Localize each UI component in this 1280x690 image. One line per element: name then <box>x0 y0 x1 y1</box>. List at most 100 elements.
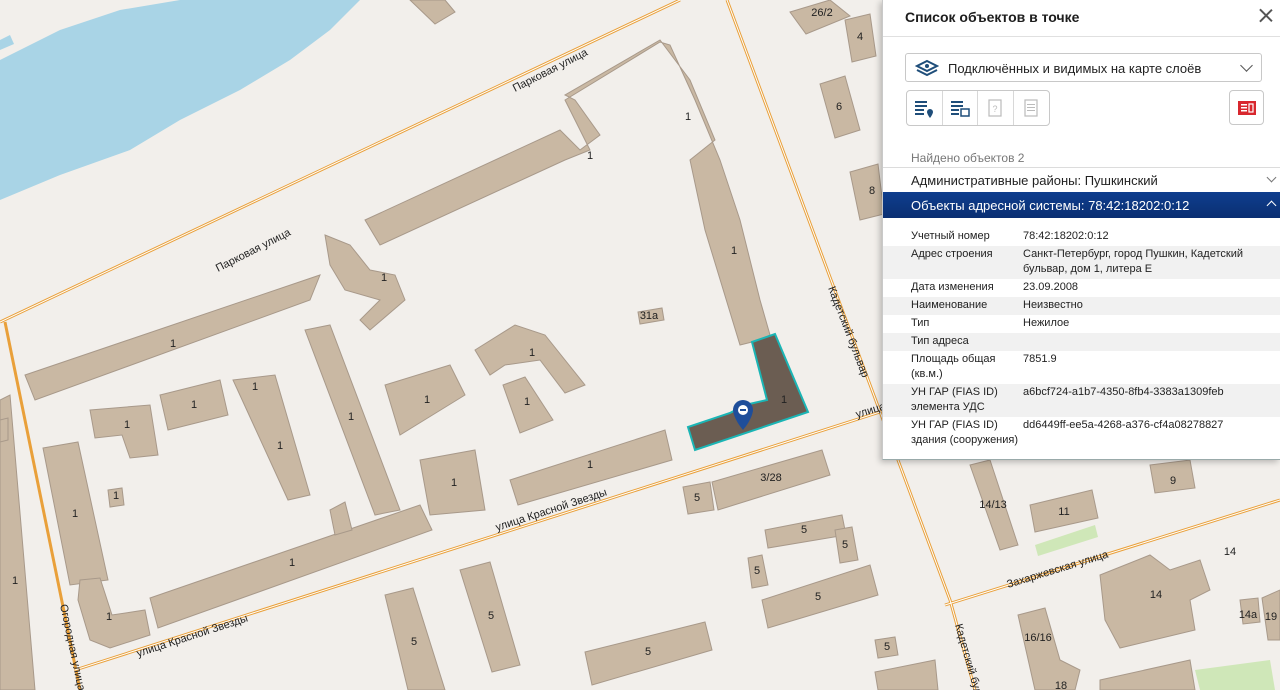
attribute-value: Санкт-Петербург, город Пушкин, Кадетский… <box>1023 248 1243 275</box>
attribute-row: Адрес строения Санкт-Петербург, город Пу… <box>883 246 1280 279</box>
building-number: 1 <box>191 399 197 411</box>
attribute-row: Наименование Неизвестно <box>883 297 1280 315</box>
attribute-row: Учетный номер 78:42:18202:0:12 <box>883 228 1280 246</box>
building-number: 8 <box>869 185 875 197</box>
building-number: 14а <box>1239 609 1258 621</box>
group-label: Административные районы: Пушкинский <box>911 173 1158 188</box>
chevron-down-icon <box>1240 59 1253 72</box>
report-icon <box>1237 100 1256 115</box>
layers-icon <box>915 59 939 77</box>
attribute-value: 7851.9 <box>1023 353 1057 365</box>
building-number: 16/16 <box>1024 632 1052 644</box>
panel-header: Список объектов в точке <box>883 0 1280 37</box>
attribute-value: Нежилое <box>1023 317 1070 329</box>
list-select-icon <box>950 101 970 117</box>
report-button[interactable] <box>1229 90 1264 125</box>
building-number: 1 <box>731 245 737 257</box>
building-number: 9 <box>1170 475 1176 487</box>
building-number: 1 <box>781 394 787 406</box>
attribute-name: Учетный номер <box>911 230 990 242</box>
building-number: 1 <box>113 490 119 502</box>
group-address-objects[interactable]: Объекты адресной системы: 78:42:18202:0:… <box>883 192 1280 218</box>
unknown-object-button[interactable]: ? <box>978 91 1014 125</box>
attribute-value: a6bcf724-a1b7-4350-8fb4-3383a1309feb <box>1023 386 1224 398</box>
list-pin-icon <box>915 101 934 118</box>
building-number: 1 <box>252 381 258 393</box>
attribute-value <box>1023 334 1280 349</box>
building-number: 14 <box>1224 546 1236 558</box>
building-number: 5 <box>815 591 821 603</box>
building-number: 1 <box>529 347 535 359</box>
building-number: 5 <box>754 565 760 577</box>
group-label: Объекты адресной системы: 78:42:18202:0:… <box>911 198 1190 213</box>
panel-title: Список объектов в точке <box>905 9 1080 25</box>
building-number: 1 <box>277 440 283 452</box>
attribute-row: Тип Нежилое <box>883 315 1280 333</box>
found-count: Найдено объектов 2 <box>911 151 1025 165</box>
building-number: 3/28 <box>760 472 781 484</box>
attribute-name: Тип <box>911 317 930 329</box>
building-number: 4 <box>857 31 863 43</box>
attribute-row: УН ГАР (FIAS ID) здания (сооружения) dd6… <box>883 417 1280 450</box>
attribute-name: Дата изменения <box>911 281 994 293</box>
building-number: 1 <box>424 394 430 406</box>
building-number: 5 <box>645 646 651 658</box>
building-number: 5 <box>488 610 494 622</box>
building-number: 1 <box>381 272 387 284</box>
building-number: 1 <box>72 508 78 520</box>
building-number: 1 <box>348 411 354 423</box>
svg-text:?: ? <box>993 104 998 114</box>
building-number: 6 <box>836 101 842 113</box>
building-number: 1 <box>106 611 112 623</box>
attribute-value: 78:42:18202:0:12 <box>1023 230 1109 242</box>
building-number: 1 <box>451 477 457 489</box>
building-number: 19 <box>1265 611 1277 623</box>
building-number: 1 <box>289 557 295 569</box>
layer-filter-value: Подключённых и видимых на карте слоёв <box>948 61 1202 76</box>
chevron-down-icon <box>1266 172 1277 183</box>
close-icon[interactable] <box>1255 5 1277 27</box>
group-admin-districts[interactable]: Административные районы: Пушкинский <box>883 167 1280 192</box>
attribute-name: Наименование <box>911 299 988 311</box>
building-number: 1 <box>524 396 530 408</box>
building-number: 1 <box>124 419 130 431</box>
attribute-row: УН ГАР (FIAS ID) элемента УДС a6bcf724-a… <box>883 384 1280 417</box>
building-number: 14/13 <box>979 499 1007 511</box>
attribute-row: Площадь общая (кв.м.) 7851.9 <box>883 351 1280 384</box>
building-number: 5 <box>842 539 848 551</box>
list-pin-button[interactable] <box>907 91 943 125</box>
building-number: 11 <box>1058 506 1069 518</box>
building-number: 1 <box>587 150 593 162</box>
attribute-name: Тип адреса <box>911 335 969 347</box>
attribute-name: УН ГАР (FIAS ID) здания (сооружения) <box>911 419 1019 446</box>
attribute-name: УН ГАР (FIAS ID) элемента УДС <box>911 386 998 413</box>
building-number: 5 <box>801 524 807 536</box>
attribute-name: Площадь общая (кв.м.) <box>911 353 996 380</box>
attribute-value: Неизвестно <box>1023 299 1083 311</box>
building-number: 18 <box>1055 680 1067 690</box>
attribute-row: Тип адреса <box>883 333 1280 351</box>
attribute-name: Адрес строения <box>911 248 993 260</box>
list-select-button[interactable] <box>943 91 978 125</box>
attributes-table: Учетный номер 78:42:18202:0:12 Адрес стр… <box>883 228 1280 450</box>
objects-at-point-panel: Список объектов в точке Подключённых и в… <box>882 0 1280 460</box>
toolbar: ? <box>906 90 1050 126</box>
building-number: 5 <box>884 641 890 653</box>
building-number: 5 <box>411 636 417 648</box>
chevron-up-icon <box>1266 200 1277 211</box>
building-number: 5 <box>694 492 700 504</box>
document-button[interactable] <box>1014 91 1049 125</box>
layer-filter-select[interactable]: Подключённых и видимых на карте слоёв <box>905 53 1262 82</box>
building-number: 14 <box>1150 589 1162 601</box>
building-number: 1 <box>587 459 593 471</box>
building-number: 31а <box>640 310 659 322</box>
building-number: 1 <box>170 338 176 350</box>
building-number: 26/2 <box>811 7 832 19</box>
attribute-value: 23.09.2008 <box>1023 281 1079 293</box>
building-number: 1 <box>685 111 691 123</box>
building-number: 1 <box>12 575 18 587</box>
document-icon <box>1024 99 1038 117</box>
attribute-value: dd6449ff-ee5a-4268-a376-cf4a08278827 <box>1023 419 1224 431</box>
attribute-row: Дата изменения 23.09.2008 <box>883 279 1280 297</box>
question-doc-icon: ? <box>988 99 1002 117</box>
